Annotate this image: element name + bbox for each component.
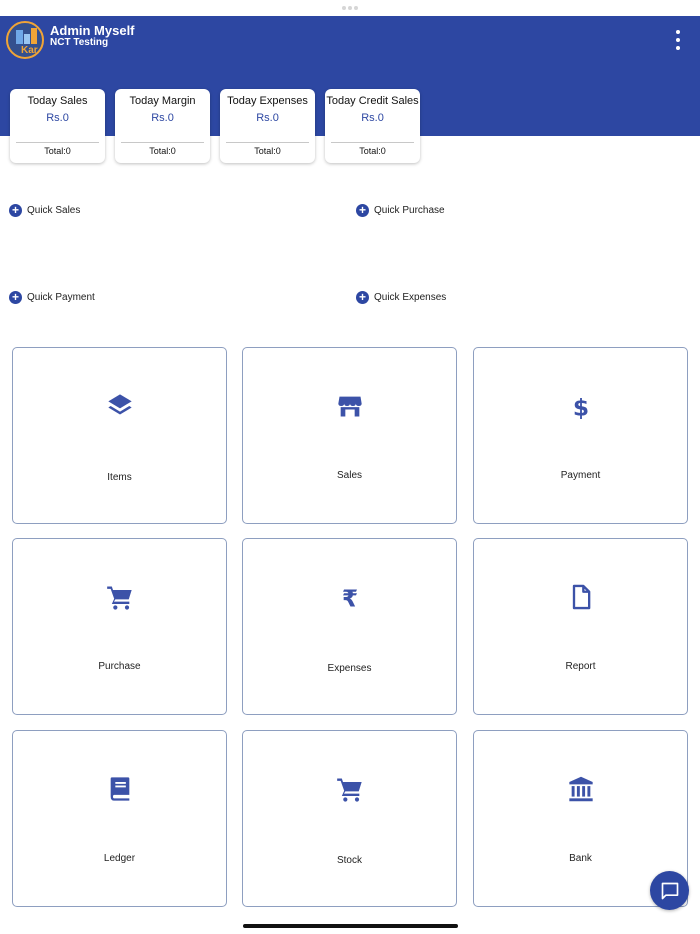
plus-circle-icon: + bbox=[356, 203, 369, 217]
cart-icon bbox=[243, 775, 456, 803]
quick-action-label: Quick Purchase bbox=[374, 204, 445, 216]
file-icon bbox=[474, 583, 687, 611]
plus-circle-icon: + bbox=[9, 290, 22, 304]
tile-label: Purchase bbox=[98, 661, 141, 672]
bank-icon bbox=[474, 775, 687, 803]
stat-title: Today Credit Sales bbox=[326, 95, 419, 107]
stat-card-today-sales[interactable]: Today Sales Rs.0 Total:0 bbox=[10, 89, 105, 163]
stat-total: Total:0 bbox=[359, 146, 386, 156]
quick-action-label: Quick Sales bbox=[27, 204, 81, 216]
store-icon bbox=[243, 392, 456, 420]
stat-total: Total:0 bbox=[149, 146, 176, 156]
tile-items[interactable]: Items bbox=[12, 347, 227, 524]
tile-purchase[interactable]: Purchase bbox=[12, 538, 227, 715]
dollar-icon: $ bbox=[474, 392, 687, 420]
stat-total: Total:0 bbox=[254, 146, 281, 156]
company-logo[interactable]: Kar bbox=[6, 21, 44, 59]
tile-expenses[interactable]: ₹ Expenses bbox=[242, 538, 457, 715]
divider bbox=[16, 142, 99, 143]
plus-circle-icon: + bbox=[356, 290, 369, 304]
chat-icon bbox=[661, 882, 678, 899]
divider bbox=[121, 142, 204, 143]
chat-button[interactable] bbox=[650, 871, 689, 910]
quick-sales-button[interactable]: + Quick Sales bbox=[9, 202, 80, 218]
svg-text:$: $ bbox=[572, 393, 588, 420]
stat-total: Total:0 bbox=[44, 146, 71, 156]
divider bbox=[331, 142, 414, 143]
cart-icon bbox=[13, 583, 226, 611]
tile-sales[interactable]: Sales bbox=[242, 347, 457, 524]
logo-text: Kar bbox=[21, 45, 38, 56]
rupee-icon: ₹ bbox=[243, 583, 456, 611]
stat-value: Rs.0 bbox=[151, 112, 174, 124]
tile-label: Sales bbox=[336, 470, 362, 481]
stat-title: Today Sales bbox=[27, 95, 88, 107]
svg-text:₹: ₹ bbox=[341, 584, 357, 611]
tile-stock[interactable]: Stock bbox=[242, 730, 457, 907]
tile-label: Ledger bbox=[103, 853, 136, 864]
tile-label: Payment bbox=[560, 470, 601, 481]
tile-label: Expenses bbox=[327, 663, 372, 674]
book-icon bbox=[13, 775, 226, 803]
plus-circle-icon: + bbox=[9, 203, 22, 217]
user-name: Admin Myself bbox=[50, 23, 135, 38]
stat-value: Rs.0 bbox=[256, 112, 279, 124]
quick-action-label: Quick Expenses bbox=[374, 291, 447, 303]
tile-label: Bank bbox=[569, 853, 592, 864]
org-name: NCT Testing bbox=[50, 37, 109, 48]
stat-value: Rs.0 bbox=[46, 112, 69, 124]
home-indicator[interactable] bbox=[243, 924, 458, 928]
stat-card-today-expenses[interactable]: Today Expenses Rs.0 Total:0 bbox=[220, 89, 315, 163]
tile-payment[interactable]: $ Payment bbox=[473, 347, 688, 524]
tile-ledger[interactable]: Ledger bbox=[12, 730, 227, 907]
more-options-icon[interactable] bbox=[668, 28, 688, 52]
tile-report[interactable]: Report bbox=[473, 538, 688, 715]
quick-action-label: Quick Payment bbox=[27, 291, 95, 303]
multitask-indicator[interactable] bbox=[342, 6, 358, 10]
quick-payment-button[interactable]: + Quick Payment bbox=[9, 289, 95, 305]
stat-card-today-credit-sales[interactable]: Today Credit Sales Rs.0 Total:0 bbox=[325, 89, 420, 163]
stat-card-today-margin[interactable]: Today Margin Rs.0 Total:0 bbox=[115, 89, 210, 163]
stat-title: Today Expenses bbox=[227, 95, 308, 107]
tile-label: Items bbox=[107, 472, 132, 483]
top-strip bbox=[0, 0, 700, 16]
quick-purchase-button[interactable]: + Quick Purchase bbox=[356, 202, 445, 218]
stat-value: Rs.0 bbox=[361, 112, 384, 124]
tile-label: Stock bbox=[336, 855, 362, 866]
quick-expenses-button[interactable]: + Quick Expenses bbox=[356, 289, 446, 305]
layers-icon bbox=[13, 392, 226, 420]
divider bbox=[226, 142, 309, 143]
stat-title: Today Margin bbox=[129, 95, 196, 107]
tile-label: Report bbox=[565, 661, 596, 672]
